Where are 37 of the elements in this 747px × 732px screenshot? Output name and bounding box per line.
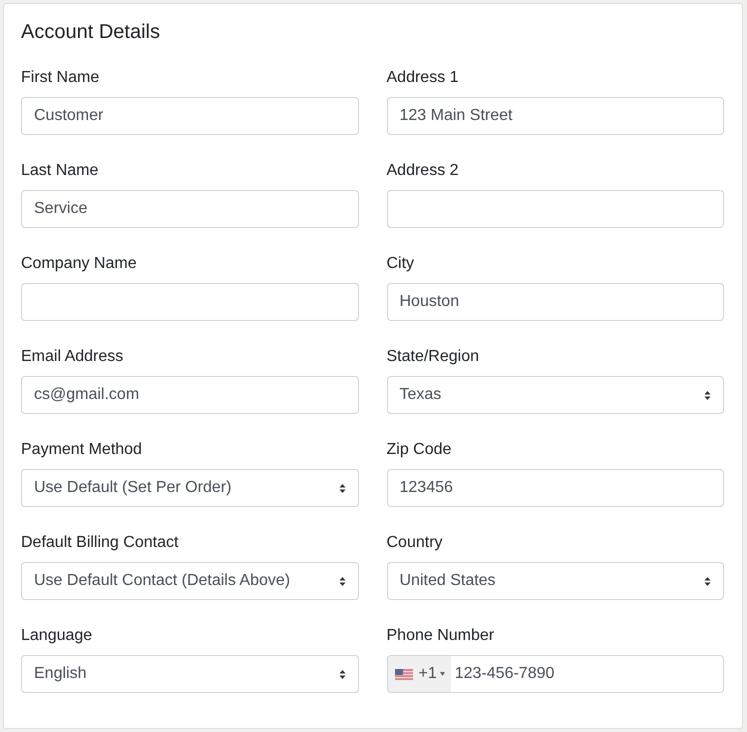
field-label: Language xyxy=(21,626,92,646)
field-label: Last Name xyxy=(21,161,98,181)
text-field[interactable]: Customer xyxy=(21,97,358,135)
field-label: Address 1 xyxy=(386,68,459,88)
field-label: Zip Code xyxy=(386,440,452,460)
field-label: Payment Method xyxy=(21,440,142,460)
country-code-picker[interactable]: +1 xyxy=(388,656,451,692)
text-field[interactable] xyxy=(21,283,358,321)
field-label: First Name xyxy=(21,68,100,88)
select-field[interactable]: Texas xyxy=(386,376,724,414)
text-field[interactable]: Houston xyxy=(386,283,724,321)
field-label: City xyxy=(386,254,414,274)
sort-arrows-icon xyxy=(704,576,711,586)
flag-icon xyxy=(394,668,412,680)
field-label: Country xyxy=(386,533,443,553)
text-field[interactable] xyxy=(386,190,724,228)
field-label: Email Address xyxy=(21,347,124,367)
select-field[interactable]: English xyxy=(21,655,358,693)
sort-arrows-icon xyxy=(338,482,346,494)
field-label: Address 2 xyxy=(386,161,459,181)
text-field[interactable]: 123 Main Street xyxy=(386,97,724,135)
sort-arrows-icon xyxy=(704,390,711,400)
field-label: Phone Number xyxy=(386,626,494,646)
text-field[interactable]: 123456 xyxy=(386,469,724,507)
field-label: State/Region xyxy=(386,347,480,367)
text-field[interactable]: cs@gmail.com xyxy=(21,376,358,414)
card-title: Account Details xyxy=(21,20,160,45)
caret-icon xyxy=(440,672,445,676)
sort-arrows-icon xyxy=(338,668,346,680)
text-field[interactable]: Service xyxy=(21,190,358,228)
field-label: Default Billing Contact xyxy=(21,533,178,553)
field-label: Company Name xyxy=(21,254,137,274)
sort-arrows-icon xyxy=(338,576,346,586)
phone-field[interactable]: +1 123-456-7890 xyxy=(386,655,724,693)
select-field[interactable]: United States xyxy=(386,562,724,600)
select-field[interactable]: Use Default Contact (Details Above) xyxy=(21,562,358,600)
select-field[interactable]: Use Default (Set Per Order) xyxy=(21,469,358,507)
